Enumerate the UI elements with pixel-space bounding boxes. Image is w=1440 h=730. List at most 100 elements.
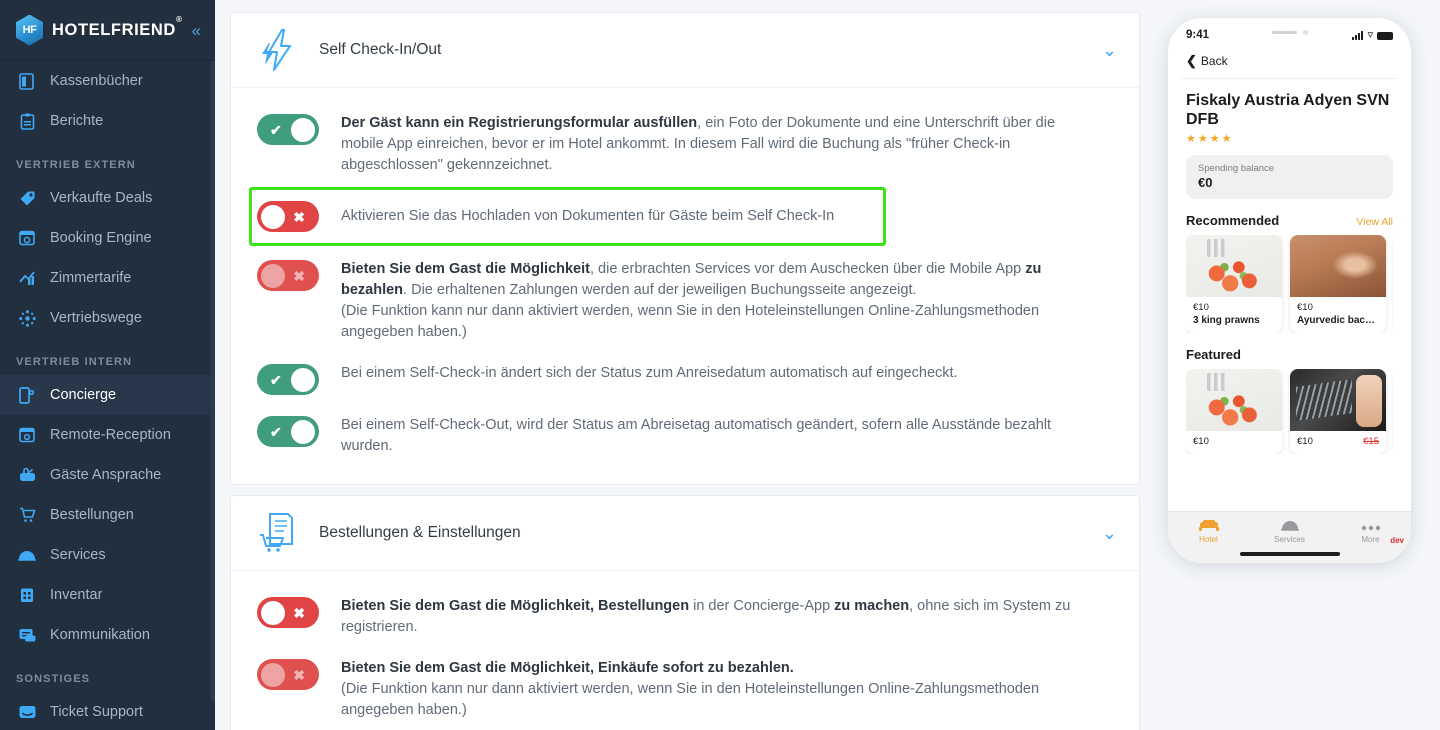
sidebar-item-label: Gäste Ansprache <box>50 467 162 483</box>
sidebar-item-vertriebswege[interactable]: Vertriebswege <box>0 298 215 338</box>
setting-description: Der Gäst kann ein Registrierungsformular… <box>341 111 1071 176</box>
mobile-gear-icon <box>16 386 38 404</box>
chevron-down-icon[interactable]: ⌄ <box>1102 524 1117 542</box>
section-body: ✔ Der Gäst kann ein Registrierungsformula… <box>231 87 1139 484</box>
setting-description: Bieten Sie dem Gast die Möglichkeit, Bes… <box>341 594 1071 638</box>
cellular-icon <box>1351 30 1364 40</box>
sidebar-item-label: Zimmertarife <box>50 270 132 286</box>
setting-text-part: Bei einem Self-Check-in ändert sich der … <box>341 365 958 381</box>
setting-row: ✔ Bei einem Self-Check-Out, wird der Stat… <box>257 404 1113 466</box>
section-title: Bestellungen & Einstellungen <box>319 524 521 541</box>
sidebar-item-label: Inventar <box>50 587 103 603</box>
sidebar-item-label: Kassenbücher <box>50 73 143 89</box>
receipt-cart-icon <box>257 512 299 554</box>
speaker-bar-icon <box>1271 31 1297 34</box>
setting-toggle[interactable]: ✔ <box>257 114 319 145</box>
setting-text-emphasis: Der Gäst kann ein Registrierungsformular… <box>341 115 698 131</box>
phone-offer-card[interactable]: €10 3 king prawns <box>1186 235 1282 333</box>
cloche-icon <box>1249 518 1330 534</box>
toggle-knob <box>291 367 315 392</box>
phone-body: Fiskaly Austria Adyen SVN DFB ★★★★ Spend… <box>1168 79 1411 454</box>
phone-tab-label: Services <box>1274 535 1305 544</box>
toggle-mark-icon: ✖ <box>293 208 305 225</box>
camera-dot-icon <box>1302 30 1308 35</box>
sidebar-item-label: Vertriebswege <box>50 310 142 326</box>
offer-price: €10 <box>1193 436 1209 447</box>
wifi-icon: ▿ <box>1367 28 1373 41</box>
chevron-down-icon[interactable]: ⌄ <box>1102 41 1117 59</box>
setting-toggle[interactable]: ✖ <box>257 260 319 291</box>
offer-price: €10 <box>1297 302 1313 313</box>
sidebar-item-services[interactable]: Services <box>0 535 215 575</box>
section-header[interactable]: Bestellungen & Einstellungen ⌄ <box>231 496 1139 570</box>
ticket-icon <box>16 705 38 719</box>
sidebar-item-kommunikation[interactable]: Kommunikation <box>0 615 215 655</box>
dots-icon <box>1330 518 1411 534</box>
sidebar-item-label: Verkaufte Deals <box>50 190 153 206</box>
offer-price: €10 <box>1297 436 1313 447</box>
setting-toggle[interactable]: ✔ <box>257 416 319 447</box>
setting-toggle[interactable]: ✖ <box>257 659 319 690</box>
sidebar-header: HF HOTELFRIEND® « <box>0 0 215 61</box>
sidebar-nav: Kassenbücher Berichte VERTRIEB EXTERN Verka… <box>0 61 215 730</box>
sidebar: HF HOTELFRIEND® « Kassenbücher Berichte VE… <box>0 0 215 730</box>
back-label: Back <box>1200 54 1228 68</box>
offer-thumbnail <box>1290 235 1386 297</box>
settings-list: Self Check-In/Out ⌄ ✔ Der Gäst kann ein Reg… <box>230 12 1140 730</box>
sidebar-item-ticket-support[interactable]: Ticket Support <box>0 692 215 730</box>
toggle-knob <box>261 662 285 687</box>
sidebar-item-booking-engine[interactable]: Booking Engine <box>0 218 215 258</box>
sidebar-item-verkaufte-deals[interactable]: Verkaufte Deals <box>0 178 215 218</box>
phone-offer-card[interactable]: €10 €15 <box>1290 369 1386 454</box>
section-header[interactable]: Self Check-In/Out ⌄ <box>231 13 1139 87</box>
offer-old-price: €15 <box>1363 436 1379 447</box>
sidebar-item-berichte[interactable]: Berichte <box>0 101 215 141</box>
sidebar-item-inventar[interactable]: Inventar <box>0 575 215 615</box>
sidebar-item-g-ste-ansprache[interactable]: Gäste Ansprache <box>0 455 215 495</box>
setting-toggle[interactable]: ✖ <box>257 201 319 232</box>
phone-offer-card[interactable]: €10 Ayurvedic back ... <box>1290 235 1386 333</box>
setting-text-part: in der Concierge-App <box>689 598 835 614</box>
setting-text-part: Bei einem Self-Check-Out, wird der Statu… <box>341 417 1052 454</box>
section-title: Self Check-In/Out <box>319 41 442 58</box>
bed-icon <box>1168 518 1249 534</box>
sidebar-item-zimmertarife[interactable]: Zimmertarife <box>0 258 215 298</box>
setting-toggle[interactable]: ✔ <box>257 364 319 395</box>
phone-tab-hotel[interactable]: Hotel <box>1168 518 1249 544</box>
toggle-knob <box>291 419 315 444</box>
setting-description: Bei einem Self-Check-in ändert sich der … <box>341 361 958 384</box>
tag-icon <box>16 190 38 207</box>
hand-icon <box>16 467 38 483</box>
lightning-icon <box>257 29 299 71</box>
setting-toggle[interactable]: ✖ <box>257 597 319 628</box>
settings-section: Bestellungen & Einstellungen ⌄ ✖ Bieten Sie… <box>230 495 1140 730</box>
featured-cards: €10 €10 €15 <box>1186 369 1393 454</box>
phone-tab-services[interactable]: Services <box>1249 518 1330 544</box>
sidebar-item-kassenb-cher[interactable]: Kassenbücher <box>0 61 215 101</box>
sidebar-item-bestellungen[interactable]: Bestellungen <box>0 495 215 535</box>
sidebar-item-concierge[interactable]: Concierge <box>0 375 215 415</box>
setting-text-emphasis: Bieten Sie dem Gast die Möglichkeit <box>341 261 590 277</box>
network-icon <box>16 309 38 327</box>
view-all-link[interactable]: View All <box>1356 216 1393 228</box>
sidebar-item-remote-reception[interactable]: Remote-Reception <box>0 415 215 455</box>
phone-back-button[interactable]: ❮ Back <box>1168 52 1411 78</box>
phone-notch <box>1271 30 1308 35</box>
sidebar-item-label: Remote-Reception <box>50 427 171 443</box>
phone-offer-card[interactable]: €10 <box>1186 369 1282 454</box>
balance-label: Spending balance <box>1198 163 1275 174</box>
collapse-sidebar-icon[interactable]: « <box>192 22 201 39</box>
recommended-cards: €10 3 king prawns €10 Ayurvedic back ... <box>1186 235 1393 333</box>
sidebar-group-title: SONSTIGES <box>16 673 91 685</box>
setting-text-part: (Die Funktion kann nur dann aktiviert we… <box>341 303 1040 340</box>
settings-section: Self Check-In/Out ⌄ ✔ Der Gäst kann ein Reg… <box>230 12 1140 485</box>
sidebar-item-label: Concierge <box>50 387 117 403</box>
building-icon <box>16 587 38 603</box>
status-indicators: ▿ <box>1351 28 1393 41</box>
offer-thumbnail <box>1186 369 1282 431</box>
toggle-mark-icon: ✔ <box>270 423 282 440</box>
toggle-mark-icon: ✖ <box>293 666 305 683</box>
toggle-mark-icon: ✖ <box>293 604 305 621</box>
toggle-mark-icon: ✔ <box>270 371 282 388</box>
setting-description: Bei einem Self-Check-Out, wird der Statu… <box>341 413 1071 457</box>
